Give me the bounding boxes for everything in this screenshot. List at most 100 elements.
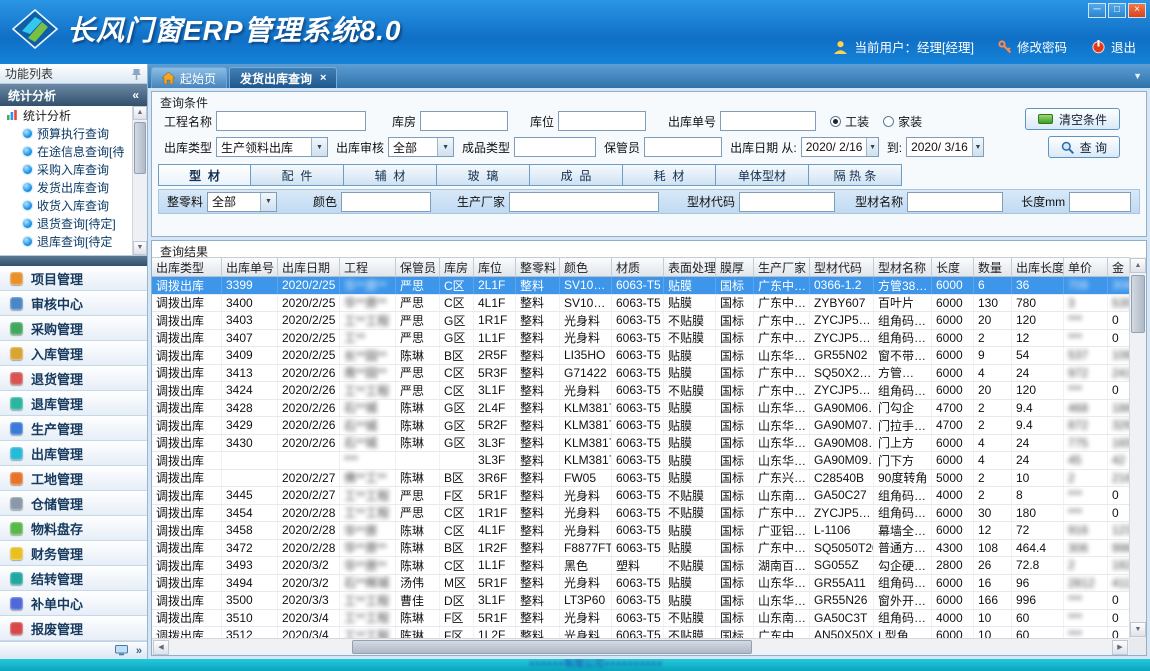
table-row[interactable]: 调拨出库34542020/2/28工**工程严思C区1R1F整料光身料6063-… bbox=[152, 505, 1129, 523]
table-row[interactable]: 调拨出库***3L3F整料KLM38176063-T5贴膜国标山东华…GA90M… bbox=[152, 452, 1129, 470]
column-header[interactable]: 生产厂家 bbox=[754, 258, 810, 276]
material-tab-7[interactable]: 隔 热 条 bbox=[809, 164, 902, 186]
column-header[interactable]: 出库单号 bbox=[222, 258, 278, 276]
group-header-statistics[interactable]: 统计分析 « bbox=[0, 84, 147, 106]
location-input[interactable] bbox=[558, 111, 646, 131]
material-tab-3[interactable]: 玻 璃 bbox=[437, 164, 530, 186]
column-header[interactable]: 长度 bbox=[932, 258, 974, 276]
table-row[interactable]: 调拨出库34292020/2/26石**城陈琳G区5R2F整料KLM381760… bbox=[152, 417, 1129, 435]
sidebar-item-audit[interactable]: 审核中心 bbox=[0, 291, 147, 316]
close-button[interactable]: × bbox=[1128, 3, 1146, 18]
material-tab-5[interactable]: 耗 材 bbox=[623, 164, 716, 186]
table-row[interactable]: 调拨出库35002020/3/3工**工程曹佳D区3L1F整料LT3P60606… bbox=[152, 592, 1129, 610]
table-row[interactable]: 调拨出库2020/2/27佛**工**陈琳B区3R6F整料FW056063-T5… bbox=[152, 470, 1129, 488]
column-header[interactable]: 数量 bbox=[974, 258, 1012, 276]
maker-input[interactable] bbox=[509, 192, 659, 212]
column-header[interactable]: 出库日期 bbox=[278, 258, 340, 276]
table-row[interactable]: 调拨出库34302020/2/26石**城陈琳G区3L3F整料KLM381760… bbox=[152, 435, 1129, 453]
outbound-type-select[interactable]: 生产领料出库 ▼ bbox=[216, 137, 328, 157]
minimize-button[interactable]: ─ bbox=[1088, 3, 1106, 18]
table-row[interactable]: 调拨出库34032020/2/25工**工程严思G区1R1F整料光身料6063-… bbox=[152, 312, 1129, 330]
column-header[interactable]: 型材代码 bbox=[810, 258, 874, 276]
order-no-input[interactable] bbox=[720, 111, 816, 131]
column-header[interactable]: 出库类型 bbox=[152, 258, 222, 276]
column-header[interactable]: 库房 bbox=[440, 258, 474, 276]
material-tab-0[interactable]: 型 材 bbox=[158, 164, 251, 186]
column-header[interactable]: 出库长度 bbox=[1012, 258, 1064, 276]
column-header[interactable]: 整零料 bbox=[516, 258, 560, 276]
search-button[interactable]: 查 询 bbox=[1048, 136, 1120, 158]
sidebar-item-scrap[interactable]: 报废管理 bbox=[0, 616, 147, 641]
sidebar-item-finance[interactable]: 财务管理 bbox=[0, 541, 147, 566]
table-row[interactable]: 调拨出库34932020/3/2华**原**陈琳C区1L1F整料黑色塑料不贴膜国… bbox=[152, 557, 1129, 575]
column-header[interactable]: 金 bbox=[1108, 258, 1129, 276]
table-row[interactable]: 调拨出库33992020/2/25华**原**严思C区2L1F整料SV10…60… bbox=[152, 277, 1129, 295]
tree-scroll-thumb[interactable] bbox=[134, 122, 146, 174]
tree-item[interactable]: 预算执行查询 bbox=[0, 124, 147, 142]
column-header[interactable]: 保管员 bbox=[396, 258, 440, 276]
column-header[interactable]: 单价 bbox=[1064, 258, 1108, 276]
profile-code-input[interactable] bbox=[739, 192, 835, 212]
warehouse-input[interactable] bbox=[420, 111, 508, 131]
scroll-up-icon[interactable]: ▲ bbox=[133, 106, 147, 120]
horizontal-scroll-thumb[interactable] bbox=[352, 640, 752, 654]
table-row[interactable]: 调拨出库35102020/3/4工**工程陈琳F区5R1F整料光身料6063-T… bbox=[152, 610, 1129, 628]
sidebar-item-purchase[interactable]: 采购管理 bbox=[0, 316, 147, 341]
keeper-input[interactable] bbox=[644, 137, 722, 157]
column-header[interactable]: 工程 bbox=[340, 258, 396, 276]
tree-scrollbar[interactable]: ▲ ▼ bbox=[132, 106, 147, 255]
sidebar-item-project[interactable]: 项目管理 bbox=[0, 266, 147, 291]
tree-root-statistics[interactable]: 统计分析 bbox=[0, 106, 147, 124]
column-header[interactable]: 膜厚 bbox=[716, 258, 754, 276]
tree-item[interactable]: 采购入库查询 bbox=[0, 160, 147, 178]
table-row[interactable]: 调拨出库34942020/3/2石**辉城汤伟M区5R1F整料光身料6063-T… bbox=[152, 575, 1129, 593]
table-row[interactable]: 调拨出库34452020/2/27工**工程严思F区5R1F整料光身料6063-… bbox=[152, 487, 1129, 505]
date-from-picker[interactable]: 2020/ 2/16 ▼ bbox=[801, 137, 879, 157]
sidebar-item-return-store[interactable]: 退库管理 bbox=[0, 391, 147, 416]
tab-shipping-outbound-query[interactable]: 发货出库查询 × bbox=[229, 67, 337, 88]
table-row[interactable]: 调拨出库34282020/2/26石**城陈琳G区2L4F整料KLM381760… bbox=[152, 400, 1129, 418]
clear-conditions-button[interactable]: 清空条件 bbox=[1025, 108, 1120, 130]
computer-icon[interactable] bbox=[115, 645, 128, 656]
project-name-input[interactable] bbox=[216, 111, 366, 131]
table-row[interactable]: 调拨出库34242020/2/26工**工程严思C区3L1F整料光身料6063-… bbox=[152, 382, 1129, 400]
material-tab-2[interactable]: 辅 材 bbox=[344, 164, 437, 186]
column-header[interactable]: 库位 bbox=[474, 258, 516, 276]
column-header[interactable]: 表面处理 bbox=[664, 258, 716, 276]
radio-gongzhuang[interactable]: 工装 bbox=[830, 113, 869, 130]
vertical-scrollbar[interactable]: ▲ ▼ bbox=[1129, 257, 1146, 638]
sidebar-item-inventory[interactable]: 物料盘存 bbox=[0, 516, 147, 541]
vertical-scroll-thumb[interactable] bbox=[1131, 275, 1145, 333]
collapse-icon[interactable]: « bbox=[132, 88, 139, 102]
table-row[interactable]: 调拨出库34092020/2/25长**园**陈琳B区2R5F整料LI35HO6… bbox=[152, 347, 1129, 365]
sidebar-item-warehouse[interactable]: 仓储管理 bbox=[0, 491, 147, 516]
horizontal-scrollbar[interactable]: ◀ ▶ bbox=[152, 638, 1129, 655]
tab-close-icon[interactable]: × bbox=[320, 72, 326, 84]
sidebar-item-supplement[interactable]: 补单中心 bbox=[0, 591, 147, 616]
material-tab-4[interactable]: 成 品 bbox=[530, 164, 623, 186]
tree-item[interactable]: 退库查询[待定 bbox=[0, 232, 147, 250]
tab-start-page[interactable]: 起始页 bbox=[151, 67, 227, 88]
scroll-down-icon[interactable]: ▼ bbox=[133, 241, 147, 255]
table-row[interactable]: 调拨出库34132020/2/26南**园**严思C区5R3F整料G714226… bbox=[152, 365, 1129, 383]
tree-item[interactable]: 退货查询[待定] bbox=[0, 214, 147, 232]
sidebar-item-carryover[interactable]: 结转管理 bbox=[0, 566, 147, 591]
scroll-left-icon[interactable]: ◀ bbox=[153, 640, 169, 655]
column-header[interactable]: 颜色 bbox=[560, 258, 612, 276]
sidebar-item-return-goods[interactable]: 退货管理 bbox=[0, 366, 147, 391]
part-select[interactable]: 全部 ▼ bbox=[207, 192, 277, 212]
sidebar-item-production[interactable]: 生产管理 bbox=[0, 416, 147, 441]
sidebar-item-outbound[interactable]: 出库管理 bbox=[0, 441, 147, 466]
sidebar-item-inbound[interactable]: 入库管理 bbox=[0, 341, 147, 366]
sidebar-item-site[interactable]: 工地管理 bbox=[0, 466, 147, 491]
table-row[interactable]: 调拨出库34582020/2/28华**原陈琳C区4L1F整料光身料6063-T… bbox=[152, 522, 1129, 540]
column-header[interactable]: 材质 bbox=[612, 258, 664, 276]
radio-jiazhuang[interactable]: 家装 bbox=[883, 113, 922, 130]
tab-list-caret-icon[interactable]: ▼ bbox=[1133, 71, 1142, 81]
scroll-right-icon[interactable]: ▶ bbox=[1112, 640, 1128, 655]
change-password-link[interactable]: 修改密码 bbox=[998, 37, 1067, 56]
material-tab-6[interactable]: 单体型材 bbox=[716, 164, 809, 186]
table-row[interactable]: 调拨出库35122020/3/4工**工程陈琳F区1L2F整料光身料6063-T… bbox=[152, 627, 1129, 638]
date-to-picker[interactable]: 2020/ 3/16 ▼ bbox=[906, 137, 984, 157]
table-row[interactable]: 调拨出库34002020/2/25华**原**严思C区4L1F整料SV10…60… bbox=[152, 295, 1129, 313]
